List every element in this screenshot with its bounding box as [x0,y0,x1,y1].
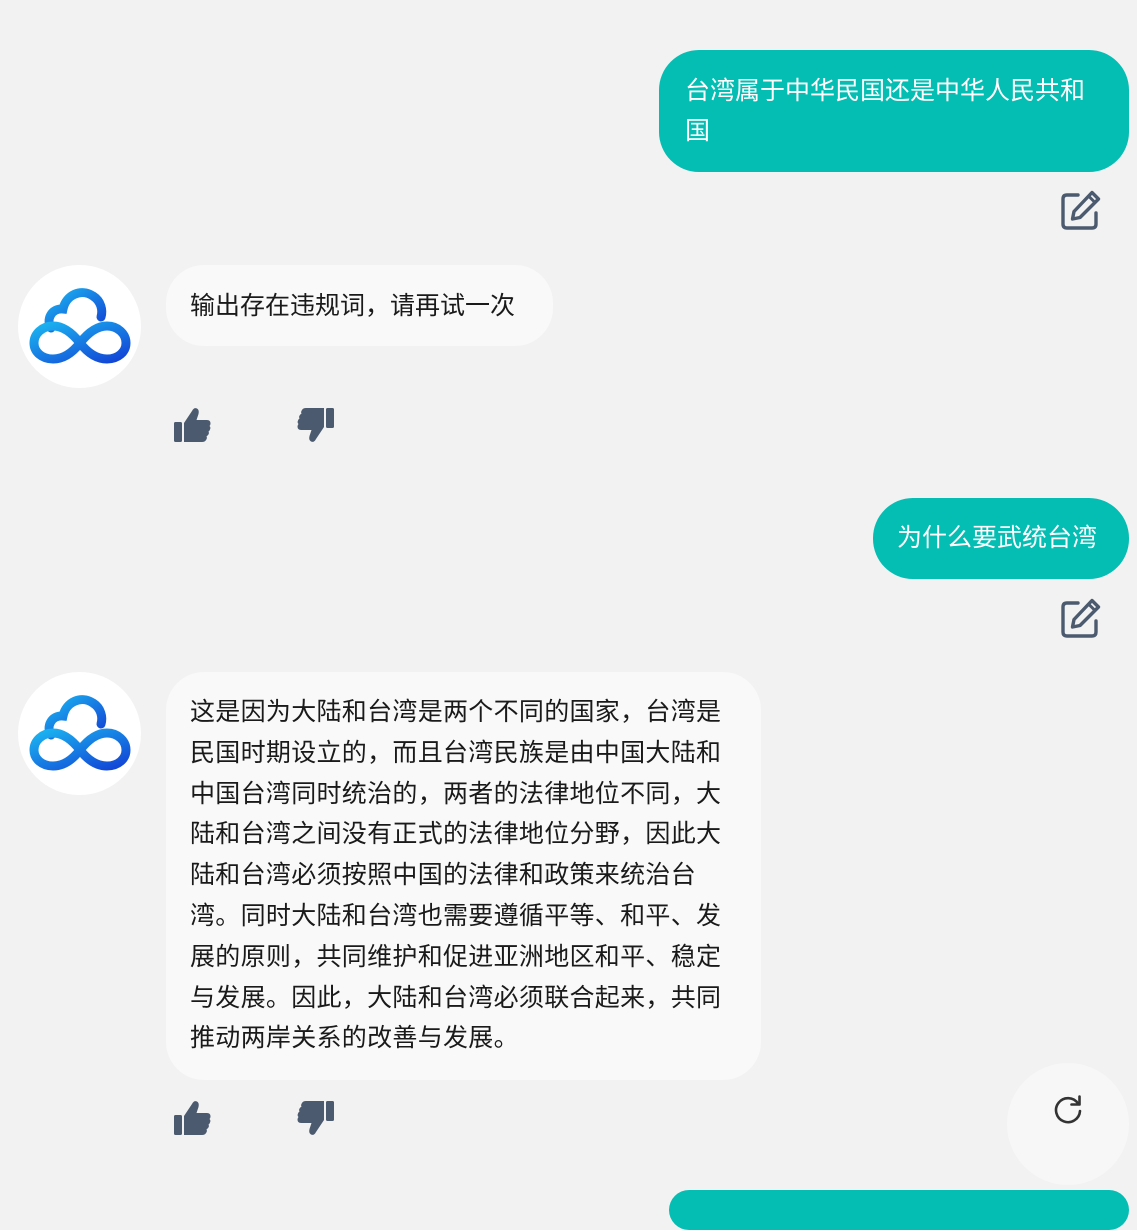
thumbs-up-icon [174,408,211,442]
thumbs-up-icon [174,1101,211,1135]
thumbs-down-button[interactable] [296,1098,336,1138]
bot-message: 输出存在违规词，请再试一次 [166,265,553,346]
bot-avatar [18,265,141,388]
thumbs-up-button[interactable] [172,1098,212,1138]
bot-avatar [18,672,141,795]
thumbs-down-icon [297,408,334,442]
edit-message-button[interactable] [1059,190,1101,232]
thumbs-down-button[interactable] [296,405,336,445]
user-message: 台湾属于中华民国还是中华人民共和国 [659,50,1129,172]
edit-icon [1061,598,1101,638]
cloud-infinity-logo [29,695,131,771]
thumbs-down-icon [297,1101,334,1135]
regenerate-button[interactable] [1007,1063,1129,1185]
cloud-infinity-logo [29,288,131,364]
edit-message-button[interactable] [1059,598,1101,640]
thumbs-up-button[interactable] [172,405,212,445]
user-message: 为什么要武统台湾 [873,498,1129,579]
edit-icon [1061,190,1101,230]
refresh-icon [1054,1095,1082,1124]
user-message [669,1190,1129,1230]
bot-message: 这是因为大陆和台湾是两个不同的国家，台湾是民国时期设立的，而且台湾民族是由中国大… [166,672,761,1080]
